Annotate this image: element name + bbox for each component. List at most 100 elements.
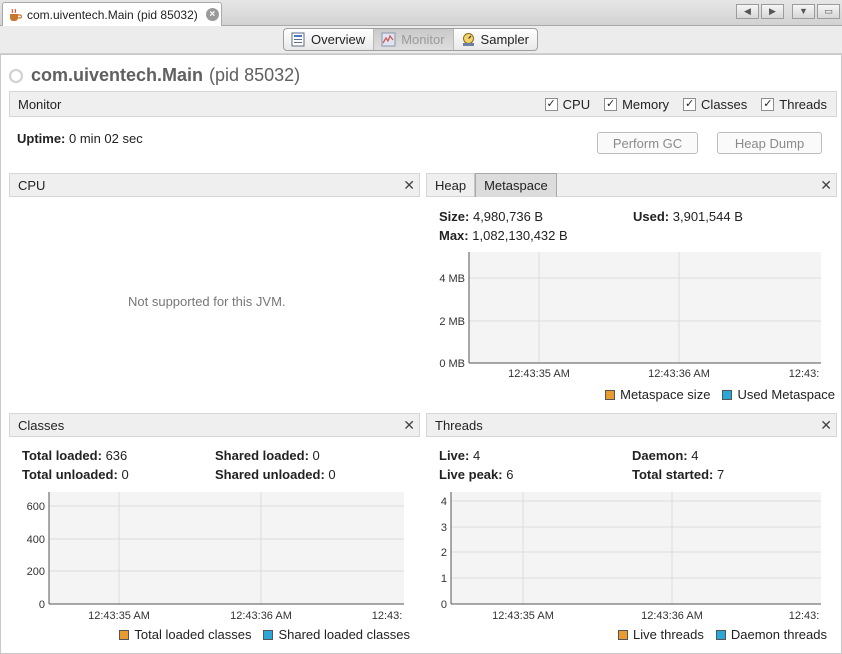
legend-label: Total loaded classes [134, 627, 252, 642]
checkmark-icon: ✓ [683, 97, 697, 111]
y-tick-label: 0 [441, 599, 447, 611]
legend-live-threads: Live threads [618, 627, 704, 642]
document-tab[interactable]: com.uiventech.Main (pid 85032) × [2, 2, 222, 26]
legend-label: Daemon threads [730, 627, 827, 642]
heap-tab[interactable]: Heap [427, 173, 476, 197]
memory-checkbox[interactable]: ✓ Memory [604, 97, 669, 112]
monitor-content: com.uiventech.Main (pid 85032) Monitor ✓… [0, 54, 842, 654]
x-tick-label: 12:43: [372, 610, 403, 622]
y-tick-label: 4 [441, 496, 447, 508]
live-peak-label: Live peak: [439, 467, 503, 482]
monitor-section-title: Monitor [18, 96, 62, 112]
maximize-window-icon[interactable]: ▭ [817, 4, 840, 19]
uptime: Uptime: 0 min 02 sec [17, 131, 143, 146]
classes-stats-right: Shared loaded: 0 Shared unloaded: 0 [215, 446, 336, 484]
x-tick-label: 12:43:36 AM [648, 368, 710, 380]
threads-checkbox-label: Threads [779, 96, 827, 112]
view-switcher: Overview Monitor Sampler [283, 28, 538, 51]
metaspace-chart: 4 MB 2 MB 0 MB 12:43:35 AM 12:43:36 AM 1… [439, 252, 821, 380]
document-tab-label: com.uiventech.Main (pid 85032) [27, 7, 198, 22]
x-tick-label: 12:43:35 AM [492, 610, 554, 622]
y-tick-label: 2 MB [439, 316, 465, 328]
shared-unloaded-value: 0 [328, 467, 336, 482]
classes-checkbox[interactable]: ✓ Classes [683, 97, 747, 112]
max-label: Max: [439, 228, 469, 243]
size-value: 4,980,736 B [472, 209, 544, 224]
total-loaded-label: Total loaded: [22, 448, 102, 463]
cpu-panel-header: CPU ✕ [9, 173, 420, 197]
y-tick-label: 1 [441, 573, 447, 585]
tab-list-dropdown-icon[interactable]: ▼ [792, 4, 815, 19]
java-coffee-icon [10, 8, 22, 21]
threads-stats-right: Daemon: 4 Total started: 7 [632, 446, 724, 484]
monitor-view-button[interactable]: Monitor [374, 29, 454, 50]
used-value: 3,901,544 B [672, 209, 743, 224]
cpu-panel-title: CPU [18, 177, 46, 193]
cpu-checkbox-label: CPU [562, 96, 591, 112]
classes-panel: Classes ✕ Total loaded: 636 Total unload… [9, 413, 420, 649]
window-controls: ◀ ▶ ▼ ▭ [736, 4, 840, 19]
application-name: com.uiventech.Main [31, 65, 204, 85]
legend-label: Used Metaspace [737, 387, 835, 402]
overview-view-button[interactable]: Overview [284, 29, 375, 50]
total-unloaded-value: 0 [121, 467, 129, 482]
cpu-not-supported-message: Not supported for this JVM. [128, 294, 286, 309]
y-tick-label: 0 MB [439, 358, 465, 370]
legend-label: Live threads [633, 627, 704, 642]
legend-swatch [263, 629, 274, 640]
overview-icon [291, 32, 305, 47]
x-tick-label: 12:43:36 AM [230, 610, 292, 622]
legend-swatch [715, 629, 726, 640]
legend-shared-loaded-classes: Shared loaded classes [263, 627, 410, 642]
memory-stats: Size: 4,980,736 B Max: 1,082,130,432 B [439, 207, 568, 245]
application-title: com.uiventech.Main (pid 85032) [9, 65, 300, 86]
close-threads-panel-icon[interactable]: ✕ [820, 417, 832, 434]
total-unloaded-label: Total unloaded: [22, 467, 118, 482]
shared-unloaded-label: Shared unloaded: [215, 467, 325, 482]
close-classes-panel-icon[interactable]: ✕ [403, 417, 415, 434]
threads-panel: Threads ✕ Live: 4 Live peak: 6 Daemon: 4… [426, 413, 837, 649]
memory-panel: Heap Metaspace ✕ Size: 4,980,736 B Max: … [426, 173, 837, 409]
heap-dump-button[interactable]: Heap Dump [717, 132, 822, 154]
max-value: 1,082,130,432 B [472, 228, 568, 243]
classes-panel-header: Classes ✕ [9, 413, 420, 437]
monitor-view-label: Monitor [401, 32, 445, 47]
monitor-panel-toggles: ✓ CPU ✓ Memory ✓ Classes ✓ Threads [544, 96, 836, 112]
shared-loaded-label: Shared loaded: [215, 448, 309, 463]
classes-stats-left: Total loaded: 636 Total unloaded: 0 [22, 446, 129, 484]
sampler-icon [462, 33, 474, 46]
scroll-left-icon[interactable]: ◀ [736, 4, 759, 19]
legend-label: Shared loaded classes [278, 627, 410, 642]
checkmark-icon: ✓ [544, 97, 558, 111]
monitor-icon [381, 32, 396, 47]
x-tick-label: 12:43: [789, 610, 820, 622]
y-tick-label: 2 [441, 547, 447, 559]
y-tick-label: 3 [441, 522, 447, 534]
memory-checkbox-label: Memory [622, 96, 670, 112]
size-label: Size: [439, 209, 470, 224]
threads-checkbox[interactable]: ✓ Threads [761, 97, 827, 112]
classes-checkbox-label: Classes [701, 96, 748, 112]
metaspace-tab[interactable]: Metaspace [475, 173, 557, 197]
close-cpu-panel-icon[interactable]: ✕ [403, 177, 415, 194]
cpu-panel: CPU ✕ Not supported for this JVM. [9, 173, 420, 409]
x-tick-label: 12:43: [789, 368, 820, 380]
close-tab-icon[interactable]: × [205, 8, 219, 21]
chart-plot-area [49, 492, 404, 604]
sampler-view-button[interactable]: Sampler [454, 29, 537, 50]
legend-used-metaspace: Used Metaspace [722, 387, 835, 402]
metaspace-legend: Metaspace size Used Metaspace [605, 387, 835, 402]
legend-total-loaded-classes: Total loaded classes [119, 627, 251, 642]
threads-chart: 4 3 2 1 0 12:43:35 AM 12:43:36 AM 12:43: [441, 492, 821, 622]
x-tick-label: 12:43:35 AM [508, 368, 570, 380]
legend-metaspace-size: Metaspace size [605, 387, 710, 402]
scroll-right-icon[interactable]: ▶ [761, 4, 784, 19]
cpu-checkbox[interactable]: ✓ CPU [544, 96, 591, 112]
memory-used-stat: Used: 3,901,544 B [633, 207, 743, 226]
perform-gc-button[interactable]: Perform GC [597, 132, 698, 154]
chart-plot-area [469, 252, 821, 363]
legend-swatch [605, 389, 616, 400]
close-memory-panel-icon[interactable]: ✕ [820, 177, 832, 194]
classes-chart: 600 400 200 0 12:43:35 AM 12:43:36 AM 12… [27, 492, 404, 622]
y-tick-label: 0 [39, 599, 45, 611]
